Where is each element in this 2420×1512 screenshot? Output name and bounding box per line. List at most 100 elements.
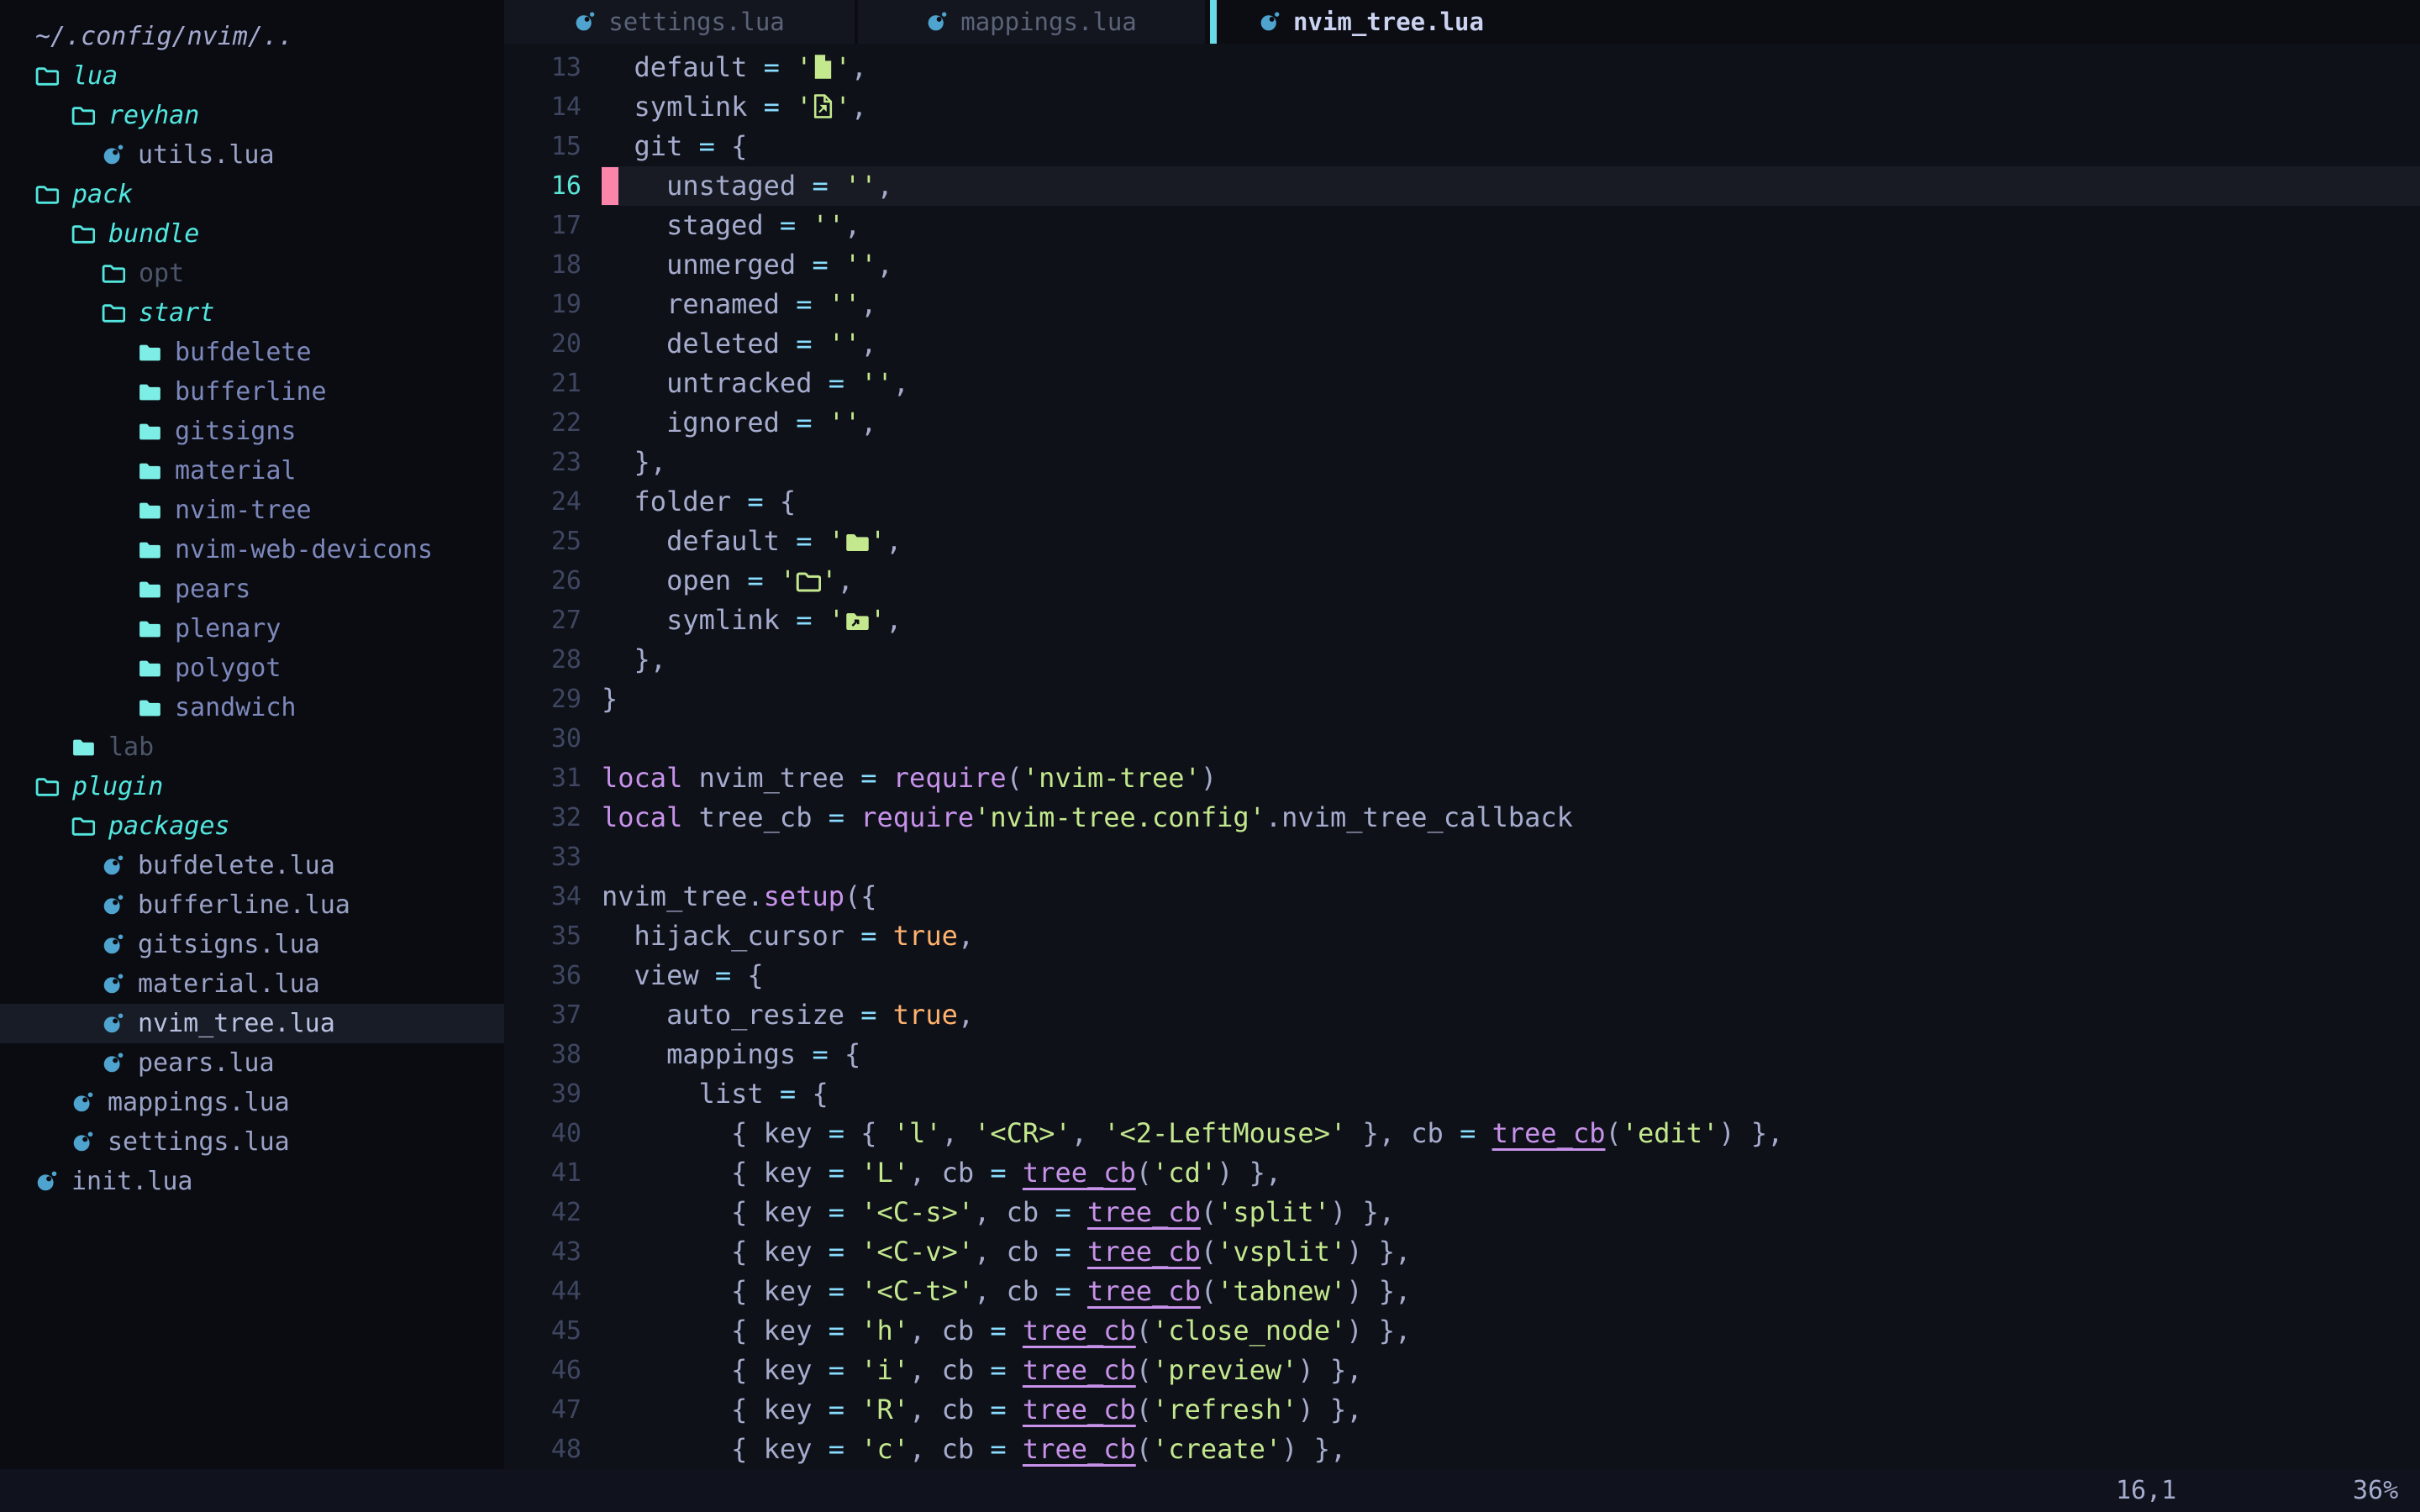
- code-line-46[interactable]: 46 { key = 'i', cb = tree_cb('preview') …: [504, 1351, 2420, 1390]
- code-line-13[interactable]: 13 default = '',: [504, 48, 2420, 87]
- tree-item[interactable]: material.lua: [0, 964, 504, 1004]
- tree-item[interactable]: opt: [0, 254, 504, 293]
- code-line-37[interactable]: 37 auto_resize = true,: [504, 995, 2420, 1035]
- code-token: }: [602, 683, 618, 715]
- code-line-48[interactable]: 48 { key = 'c', cb = tree_cb('create') }…: [504, 1430, 2420, 1469]
- tree-item-label: bufferline: [175, 377, 327, 407]
- code-line-20[interactable]: 20 deleted = '',: [504, 324, 2420, 364]
- line-number: 27: [504, 601, 602, 640]
- tree-item[interactable]: bufferline: [0, 372, 504, 412]
- tree-item[interactable]: pears.lua: [0, 1043, 504, 1083]
- code-token: ) },: [1330, 1196, 1395, 1228]
- code-line-38[interactable]: 38 mappings = {: [504, 1035, 2420, 1074]
- tree-item[interactable]: reyhan: [0, 96, 504, 135]
- tree-item[interactable]: init.lua: [0, 1162, 504, 1201]
- code-token: '': [829, 328, 861, 360]
- tree-item[interactable]: pack: [0, 175, 504, 214]
- code-line-42[interactable]: 42 { key = '<C-s>', cb = tree_cb('split'…: [504, 1193, 2420, 1232]
- tree-item[interactable]: bufferline.lua: [0, 885, 504, 925]
- tree-item[interactable]: nvim_tree.lua: [0, 1004, 504, 1043]
- code-line-23[interactable]: 23 },: [504, 443, 2420, 482]
- tree-item[interactable]: settings.lua: [0, 1122, 504, 1162]
- code-line-40[interactable]: 40 { key = { 'l', '<CR>', '<2-LeftMouse>…: [504, 1114, 2420, 1153]
- code-line-19[interactable]: 19 renamed = '',: [504, 285, 2420, 324]
- code-line-30[interactable]: 30: [504, 719, 2420, 759]
- tree-item[interactable]: sandwich: [0, 688, 504, 727]
- code-line-14[interactable]: 14 symlink = '',: [504, 87, 2420, 127]
- code-line-36[interactable]: 36 view = {: [504, 956, 2420, 995]
- tree-item[interactable]: gitsigns: [0, 412, 504, 451]
- code-token: { key: [602, 1433, 829, 1465]
- code-token: ,: [958, 920, 974, 952]
- code-token: {: [715, 130, 748, 162]
- code-line-25[interactable]: 25 default = '',: [504, 522, 2420, 561]
- code-line-35[interactable]: 35 hijack_cursor = true,: [504, 916, 2420, 956]
- code-token: tree_cb: [1087, 1275, 1201, 1307]
- code-token: [844, 801, 860, 833]
- code-line-text: unstaged = '',: [602, 166, 2420, 206]
- code-line-17[interactable]: 17 staged = '',: [504, 206, 2420, 245]
- code-line-text: }: [602, 680, 2420, 719]
- code-line-31[interactable]: 31local nvim_tree = require('nvim-tree'): [504, 759, 2420, 798]
- tree-item[interactable]: lua: [0, 56, 504, 96]
- tab-mappings-lua[interactable]: mappings.lua: [858, 0, 1205, 44]
- code-line-34[interactable]: 34nvim_tree.setup({: [504, 877, 2420, 916]
- tree-item[interactable]: nvim-tree: [0, 491, 504, 530]
- code-line-44[interactable]: 44 { key = '<C-t>', cb = tree_cb('tabnew…: [504, 1272, 2420, 1311]
- tree-item[interactable]: lab: [0, 727, 504, 767]
- tab-settings-lua[interactable]: settings.lua: [504, 0, 855, 44]
- folder-open-icon: [796, 571, 821, 595]
- tree-item[interactable]: material: [0, 451, 504, 491]
- tree-item[interactable]: polygot: [0, 648, 504, 688]
- code-line-27[interactable]: 27 symlink = '',: [504, 601, 2420, 640]
- tree-root-path[interactable]: ~/.config/nvim/..: [0, 17, 504, 56]
- code-token: '': [829, 407, 861, 438]
- code-token: tree_cb: [1087, 1196, 1201, 1228]
- code-line-43[interactable]: 43 { key = '<C-v>', cb = tree_cb('vsplit…: [504, 1232, 2420, 1272]
- tree-item[interactable]: nvim-web-devicons: [0, 530, 504, 570]
- code-line-29[interactable]: 29}: [504, 680, 2420, 719]
- code-line-text: ignored = '',: [602, 403, 2420, 443]
- code-editor[interactable]: 13 default = '',14 symlink = '',15 git =…: [504, 44, 2420, 1469]
- tree-item[interactable]: bufdelete.lua: [0, 846, 504, 885]
- line-number: 15: [504, 127, 602, 166]
- code-line-41[interactable]: 41 { key = 'L', cb = tree_cb('cd') },: [504, 1153, 2420, 1193]
- tree-item[interactable]: plugin: [0, 767, 504, 806]
- code-line-33[interactable]: 33: [504, 837, 2420, 877]
- code-line-26[interactable]: 26 open = '',: [504, 561, 2420, 601]
- code-line-47[interactable]: 47 { key = 'R', cb = tree_cb('refresh') …: [504, 1390, 2420, 1430]
- code-token: 'close_node': [1152, 1315, 1346, 1347]
- tree-item-label: mappings.lua: [108, 1088, 290, 1117]
- code-line-22[interactable]: 22 ignored = '',: [504, 403, 2420, 443]
- code-token: local: [602, 762, 682, 794]
- code-line-16[interactable]: 16 unstaged = '',: [504, 166, 2420, 206]
- tree-item[interactable]: pears: [0, 570, 504, 609]
- tree-item[interactable]: bufdelete: [0, 333, 504, 372]
- tree-item[interactable]: packages: [0, 806, 504, 846]
- line-number: 48: [504, 1430, 602, 1469]
- tree-item[interactable]: mappings.lua: [0, 1083, 504, 1122]
- code-token: {: [796, 1078, 829, 1110]
- tree-item[interactable]: gitsigns.lua: [0, 925, 504, 964]
- code-line-18[interactable]: 18 unmerged = '',: [504, 245, 2420, 285]
- code-line-45[interactable]: 45 { key = 'h', cb = tree_cb('close_node…: [504, 1311, 2420, 1351]
- code-line-24[interactable]: 24 folder = {: [504, 482, 2420, 522]
- code-token: 'h': [860, 1315, 909, 1347]
- code-token: ) },: [1346, 1236, 1411, 1268]
- code-line-21[interactable]: 21 untracked = '',: [504, 364, 2420, 403]
- tree-item[interactable]: utils.lua: [0, 135, 504, 175]
- tree-item[interactable]: start: [0, 293, 504, 333]
- code-token: =: [829, 1236, 844, 1268]
- code-token: staged: [602, 209, 780, 241]
- code-token: [844, 1236, 860, 1268]
- code-token: ): [1201, 762, 1217, 794]
- tab-nvim_tree-lua[interactable]: nvim_tree.lua: [1217, 0, 1578, 44]
- code-line-text: deleted = '',: [602, 324, 2420, 364]
- tree-item[interactable]: plenary: [0, 609, 504, 648]
- code-token: ) },: [1297, 1394, 1362, 1425]
- code-line-32[interactable]: 32local tree_cb = require'nvim-tree.conf…: [504, 798, 2420, 837]
- code-line-39[interactable]: 39 list = {: [504, 1074, 2420, 1114]
- code-line-28[interactable]: 28 },: [504, 640, 2420, 680]
- code-line-15[interactable]: 15 git = {: [504, 127, 2420, 166]
- tree-item[interactable]: bundle: [0, 214, 504, 254]
